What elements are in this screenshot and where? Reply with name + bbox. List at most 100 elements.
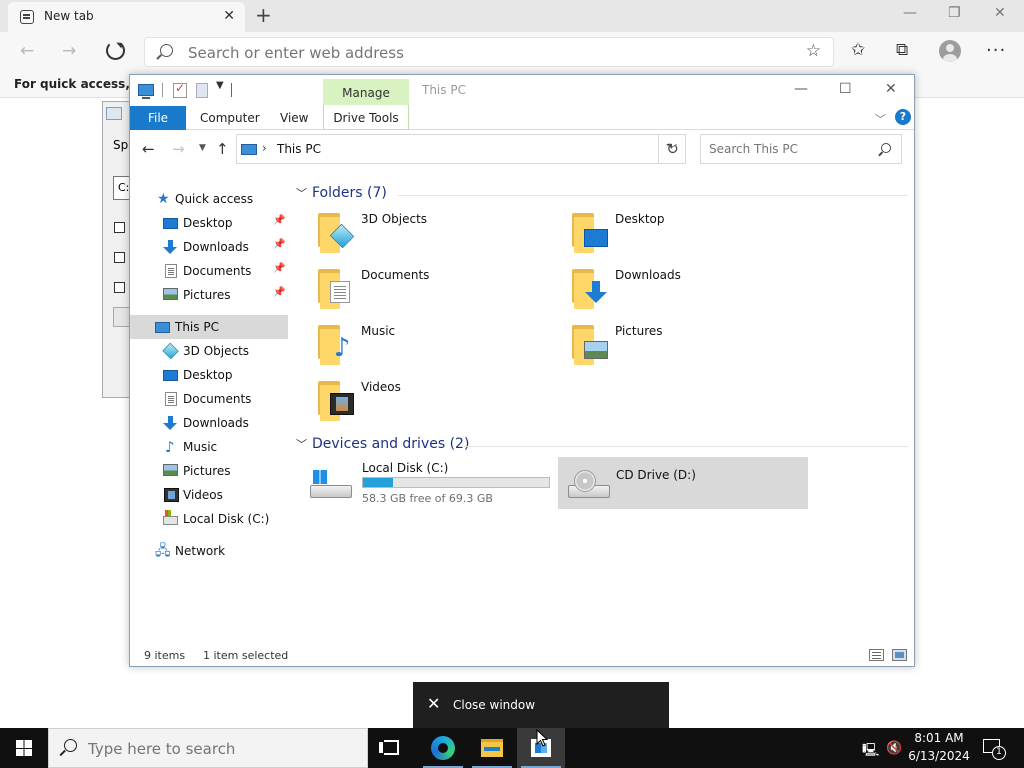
folder-label: Desktop: [615, 212, 665, 226]
clock-time[interactable]: 8:01 AM: [905, 731, 973, 745]
explorer-address-bar[interactable]: › This PC ﹀: [236, 134, 686, 164]
taskbar-search-box[interactable]: [48, 728, 368, 768]
drive-usage-fill: [363, 478, 393, 487]
customize-toolbar-dropdown[interactable]: ▼: [216, 80, 224, 91]
large-icons-view-icon[interactable]: [892, 649, 907, 661]
tab-computer[interactable]: Computer: [200, 111, 260, 125]
minimize-explorer-button[interactable]: —: [794, 81, 808, 97]
details-view-icon[interactable]: [869, 649, 884, 661]
nav-item-this-pc[interactable]: This PC: [130, 315, 288, 339]
start-button[interactable]: [0, 728, 48, 768]
folder-downloads[interactable]: Downloads: [568, 267, 798, 317]
folder-pictures[interactable]: Pictures: [568, 323, 798, 373]
devices-group-header[interactable]: ﹀ Devices and drives (2): [296, 436, 908, 456]
drive-cd-d[interactable]: CD Drive (D:): [558, 457, 808, 509]
forward-arrow-icon[interactable]: →: [172, 140, 185, 158]
network-icon[interactable]: 🖳: [862, 741, 879, 763]
back-button[interactable]: ←: [20, 41, 34, 61]
explorer-search-box[interactable]: [700, 134, 902, 164]
breadcrumb-chevron-icon[interactable]: ›: [262, 141, 267, 155]
settings-more-icon[interactable]: ···: [986, 40, 1006, 61]
breadcrumb-this-pc[interactable]: This PC: [277, 142, 321, 156]
collapse-chevron-icon[interactable]: ﹀: [296, 185, 307, 201]
this-pc-icon: [138, 84, 154, 99]
tab-file[interactable]: File: [130, 106, 186, 130]
expand-ribbon-chevron-icon[interactable]: ﹀: [875, 111, 886, 127]
desktop-icon: [163, 370, 178, 381]
close-browser-button[interactable]: ✕: [994, 5, 1006, 21]
maximize-explorer-button[interactable]: ☐: [839, 81, 852, 97]
close-explorer-button[interactable]: ✕: [885, 81, 897, 97]
nav-item-videos[interactable]: Videos: [130, 483, 288, 507]
address-input[interactable]: [188, 44, 788, 62]
taskbar-file-explorer[interactable]: [468, 728, 516, 768]
pin-icon[interactable]: 📌: [273, 287, 285, 298]
taskbar-search-input[interactable]: [88, 740, 358, 758]
taskbar-jump-tooltip[interactable]: ✕ Close window: [413, 682, 669, 728]
nav-item-label: Videos: [183, 488, 223, 502]
pin-icon[interactable]: 📌: [273, 239, 285, 250]
nav-item-3d-objects[interactable]: 3D Objects: [130, 339, 288, 363]
dialog-checkbox-1[interactable]: [114, 222, 125, 233]
desktop-icon: [163, 218, 178, 229]
nav-item-desktop[interactable]: Desktop: [130, 363, 288, 387]
nav-item-quick-downloads[interactable]: Downloads 📌: [130, 235, 288, 259]
nav-item-downloads[interactable]: Downloads: [130, 411, 288, 435]
refresh-button[interactable]: ↻: [658, 134, 686, 164]
minimize-browser-button[interactable]: —: [903, 5, 917, 21]
favorite-star-icon[interactable]: ☆: [806, 41, 821, 61]
properties-icon[interactable]: [173, 81, 187, 98]
forward-button[interactable]: →: [62, 41, 76, 61]
taskbar-edge[interactable]: [419, 728, 467, 768]
windows-logo-icon: [16, 740, 32, 756]
refresh-icon[interactable]: [106, 41, 125, 60]
folders-group-header[interactable]: ﹀ Folders (7): [296, 185, 908, 205]
tab-view[interactable]: View: [280, 111, 308, 125]
explorer-navigation-bar: ← → ▼ ↑ › This PC ﹀ ↻: [130, 131, 914, 167]
task-view-button[interactable]: [368, 728, 416, 768]
pin-icon[interactable]: 📌: [273, 215, 285, 226]
nav-item-local-disk[interactable]: Local Disk (C:): [130, 507, 288, 531]
explorer-search-input[interactable]: [709, 142, 869, 156]
dialog-checkbox-2[interactable]: [114, 252, 125, 263]
folder-documents[interactable]: Documents: [314, 267, 544, 317]
manage-contextual-tab[interactable]: Manage: [323, 79, 409, 105]
browser-tab-new-tab[interactable]: New tab ✕: [8, 2, 245, 32]
volume-muted-icon[interactable]: 🔇: [886, 741, 902, 756]
notifications-icon[interactable]: [983, 739, 1006, 760]
folder-music[interactable]: ♪ Music: [314, 323, 544, 373]
nav-item-quick-documents[interactable]: Documents 📌: [130, 259, 288, 283]
file-explorer-icon: [481, 739, 503, 757]
help-icon[interactable]: ?: [895, 109, 911, 125]
pin-icon[interactable]: 📌: [273, 263, 285, 274]
new-folder-icon[interactable]: [196, 83, 208, 98]
profile-avatar[interactable]: [939, 40, 961, 62]
collections-icon[interactable]: ⧉: [896, 40, 908, 60]
clock-date[interactable]: 6/13/2024: [905, 749, 973, 763]
drive-local-disk-c[interactable]: Local Disk (C:) 58.3 GB free of 69.3 GB: [300, 457, 552, 509]
nav-item-network[interactable]: 🖧 Network: [130, 539, 288, 563]
nav-item-quick-pictures[interactable]: Pictures 📌: [130, 283, 288, 307]
new-tab-button[interactable]: +: [255, 3, 272, 27]
file-explorer-window: ▼ Manage This PC — ☐ ✕ File Computer Vie…: [129, 74, 915, 667]
close-tab-icon[interactable]: ✕: [223, 8, 235, 24]
collapse-chevron-icon[interactable]: ﹀: [296, 436, 307, 452]
folder-3d-objects[interactable]: 3D Objects: [314, 211, 544, 261]
nav-item-quick-desktop[interactable]: Desktop 📌: [130, 211, 288, 235]
group-label: Devices and drives (2): [312, 436, 470, 452]
nav-item-pictures[interactable]: Pictures: [130, 459, 288, 483]
nav-item-quick-access[interactable]: ★ Quick access: [130, 187, 288, 211]
tab-drive-tools[interactable]: Drive Tools: [323, 105, 409, 130]
videos-folder-icon: [314, 379, 354, 423]
folder-desktop[interactable]: Desktop: [568, 211, 798, 261]
address-bar[interactable]: ☆: [144, 37, 834, 67]
dialog-checkbox-3[interactable]: [114, 282, 125, 293]
nav-item-documents[interactable]: Documents: [130, 387, 288, 411]
restore-browser-button[interactable]: ❐: [948, 5, 961, 21]
recent-locations-chevron-icon[interactable]: ▼: [199, 143, 206, 153]
favorites-icon[interactable]: ✩: [851, 40, 865, 60]
folder-videos[interactable]: Videos: [314, 379, 544, 429]
up-arrow-icon[interactable]: ↑: [216, 140, 229, 158]
nav-item-music[interactable]: ♪ Music: [130, 435, 288, 459]
back-arrow-icon[interactable]: ←: [142, 140, 155, 158]
